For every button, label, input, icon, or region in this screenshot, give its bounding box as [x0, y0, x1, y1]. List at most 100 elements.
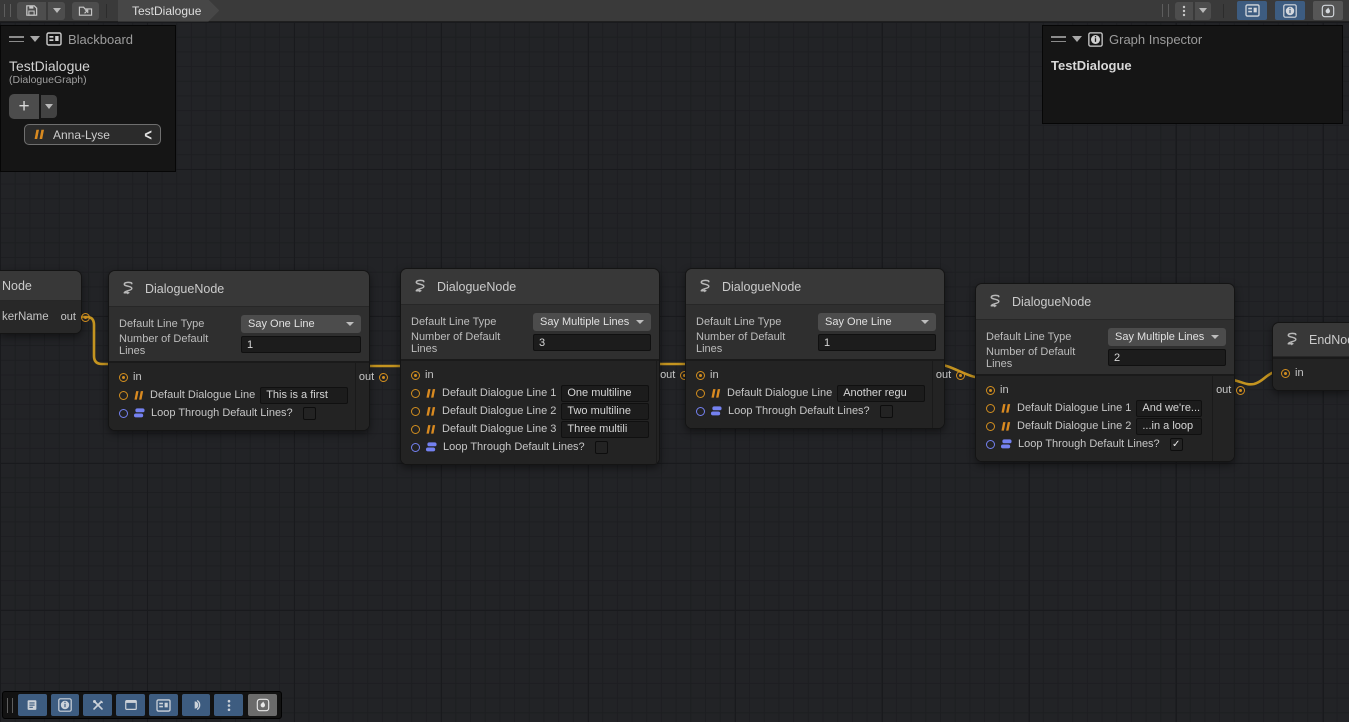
quote-icon	[33, 129, 46, 140]
top-toolbar: TestDialogue	[0, 0, 1349, 22]
quote-icon	[710, 388, 722, 399]
dialogue-node-icon	[986, 293, 1004, 311]
add-property-button[interactable]: +	[9, 94, 39, 119]
dialogue-line-port[interactable]	[411, 407, 420, 416]
dialogue-line-field[interactable]: Another regu	[837, 385, 925, 402]
console-toggle-button[interactable]	[18, 694, 47, 716]
inspector-toggle-button[interactable]	[1275, 1, 1305, 20]
add-property-dropdown[interactable]	[41, 95, 57, 118]
in-port-label: in	[133, 371, 142, 383]
collapse-arrow-icon[interactable]	[30, 36, 40, 42]
collapse-arrow-icon[interactable]	[1072, 36, 1082, 42]
blackboard-property-anna-lyse[interactable]: Anna-Lyse <	[24, 124, 161, 145]
dialogue-line-port[interactable]	[986, 404, 995, 413]
dialogue-line-port[interactable]	[986, 422, 995, 431]
loop-checkbox[interactable]	[595, 441, 608, 454]
num-lines-field[interactable]: 1	[818, 334, 936, 351]
out-port-label: out	[61, 311, 76, 323]
loop-checkbox[interactable]	[880, 405, 893, 418]
dialogue-line-port[interactable]	[696, 389, 705, 398]
kebab-menu-icon	[223, 699, 235, 712]
inspector-icon	[1088, 32, 1103, 47]
blackboard-header[interactable]: Blackboard	[1, 26, 175, 52]
graph-inspector-panel: Graph Inspector TestDialogue	[1042, 25, 1343, 124]
window-toggle-button[interactable]	[116, 694, 145, 716]
dialogue-line-field[interactable]: One multiline	[561, 385, 649, 402]
loop-port[interactable]	[119, 409, 128, 418]
dialogue-line-label: Default Dialogue Line	[150, 389, 255, 401]
info-toggle-button[interactable]	[51, 694, 80, 716]
drag-handle-icon	[1051, 36, 1066, 42]
collapse-chevron-icon[interactable]: <	[144, 125, 152, 145]
tools-toggle-button[interactable]	[83, 694, 112, 716]
dialogue-line-field[interactable]: This is a first	[260, 387, 348, 404]
dialogue-node-1[interactable]: DialogueNode Default Line Type Say One L…	[108, 270, 370, 431]
preview-toggle-button[interactable]	[182, 694, 211, 716]
dialogue-line-field[interactable]: Two multiline	[561, 403, 649, 420]
dialogue-node-2[interactable]: DialogueNode Default Line Type Say Multi…	[400, 268, 660, 465]
save-options-button[interactable]	[48, 2, 65, 20]
num-lines-field[interactable]: 3	[533, 334, 651, 351]
dialogue-node-3[interactable]: DialogueNode Default Line Type Say One L…	[685, 268, 945, 429]
preview-toggle-button[interactable]	[1313, 1, 1343, 20]
out-port[interactable]	[1236, 386, 1245, 395]
line-type-label: Default Line Type	[119, 318, 237, 330]
dialogue-line-field[interactable]: ...in a loop	[1136, 418, 1202, 435]
save-button[interactable]	[17, 2, 46, 20]
loop-checkbox[interactable]	[303, 407, 316, 420]
dropdown-value: Say One Line	[825, 316, 892, 328]
graph-tab[interactable]: TestDialogue	[118, 0, 219, 22]
toolbar-drag-handle[interactable]	[7, 698, 13, 713]
node-title: DialogueNode	[1012, 295, 1091, 309]
loop-port[interactable]	[696, 407, 705, 416]
dropdown-arrow-icon	[1199, 8, 1207, 13]
dialogue-node-4[interactable]: DialogueNode Default Line Type Say Multi…	[975, 283, 1235, 462]
out-port[interactable]	[956, 371, 965, 380]
loop-port[interactable]	[986, 440, 995, 449]
spark-toggle-icon	[1321, 4, 1335, 18]
overflow-menu-button[interactable]	[1175, 2, 1193, 20]
toolbar-drag-handle[interactable]	[4, 4, 11, 17]
num-lines-field[interactable]: 1	[241, 336, 361, 353]
console-icon	[25, 698, 39, 712]
line-type-dropdown[interactable]: Say Multiple Lines	[1108, 328, 1226, 346]
in-port[interactable]	[411, 371, 420, 380]
line-type-dropdown[interactable]: Say One Line	[818, 313, 936, 331]
toolbar-drag-handle[interactable]	[1162, 4, 1169, 17]
dialogue-line-port[interactable]	[411, 425, 420, 434]
dialogue-line-label: Default Dialogue Line 2	[1017, 420, 1131, 432]
line-type-dropdown[interactable]: Say Multiple Lines	[533, 313, 651, 331]
dialogue-line-field[interactable]: And we're...	[1136, 400, 1202, 417]
start-node[interactable]: Node kerName out	[0, 270, 82, 334]
out-port[interactable]	[81, 313, 90, 322]
dialogue-line-port[interactable]	[411, 389, 420, 398]
loop-port[interactable]	[411, 443, 420, 452]
dialogue-node-icon	[696, 278, 714, 296]
spark-toggle-button[interactable]	[248, 694, 277, 716]
in-port[interactable]	[696, 371, 705, 380]
out-port-label: out	[936, 369, 951, 381]
open-asset-button[interactable]	[72, 2, 99, 20]
quote-icon	[425, 424, 437, 435]
out-port[interactable]	[379, 373, 388, 382]
dialogue-node-icon	[411, 278, 429, 296]
blackboard-toggle-button[interactable]	[149, 694, 178, 716]
dialogue-line-label: Default Dialogue Line 3	[442, 423, 556, 435]
in-port[interactable]	[986, 386, 995, 395]
loop-checkbox[interactable]: ✓	[1170, 438, 1183, 451]
in-port[interactable]	[1281, 369, 1290, 378]
dialogue-line-field[interactable]: Three multili	[561, 421, 649, 438]
loop-label: Loop Through Default Lines?	[151, 407, 293, 419]
graph-editor-window: TestDialogue	[0, 0, 1349, 722]
blackboard-toggle-button[interactable]	[1237, 1, 1267, 20]
graph-inspector-header[interactable]: Graph Inspector	[1043, 26, 1342, 52]
in-port[interactable]	[119, 373, 128, 382]
dialogue-line-port[interactable]	[119, 391, 128, 400]
overflow-menu-dropdown[interactable]	[1195, 2, 1211, 20]
loop-label: Loop Through Default Lines?	[1018, 438, 1160, 450]
dropdown-arrow-icon	[346, 322, 354, 326]
overflow-menu-button[interactable]	[214, 694, 243, 716]
num-lines-field[interactable]: 2	[1108, 349, 1226, 366]
end-node[interactable]: EndNode in	[1272, 322, 1349, 391]
line-type-dropdown[interactable]: Say One Line	[241, 315, 361, 333]
